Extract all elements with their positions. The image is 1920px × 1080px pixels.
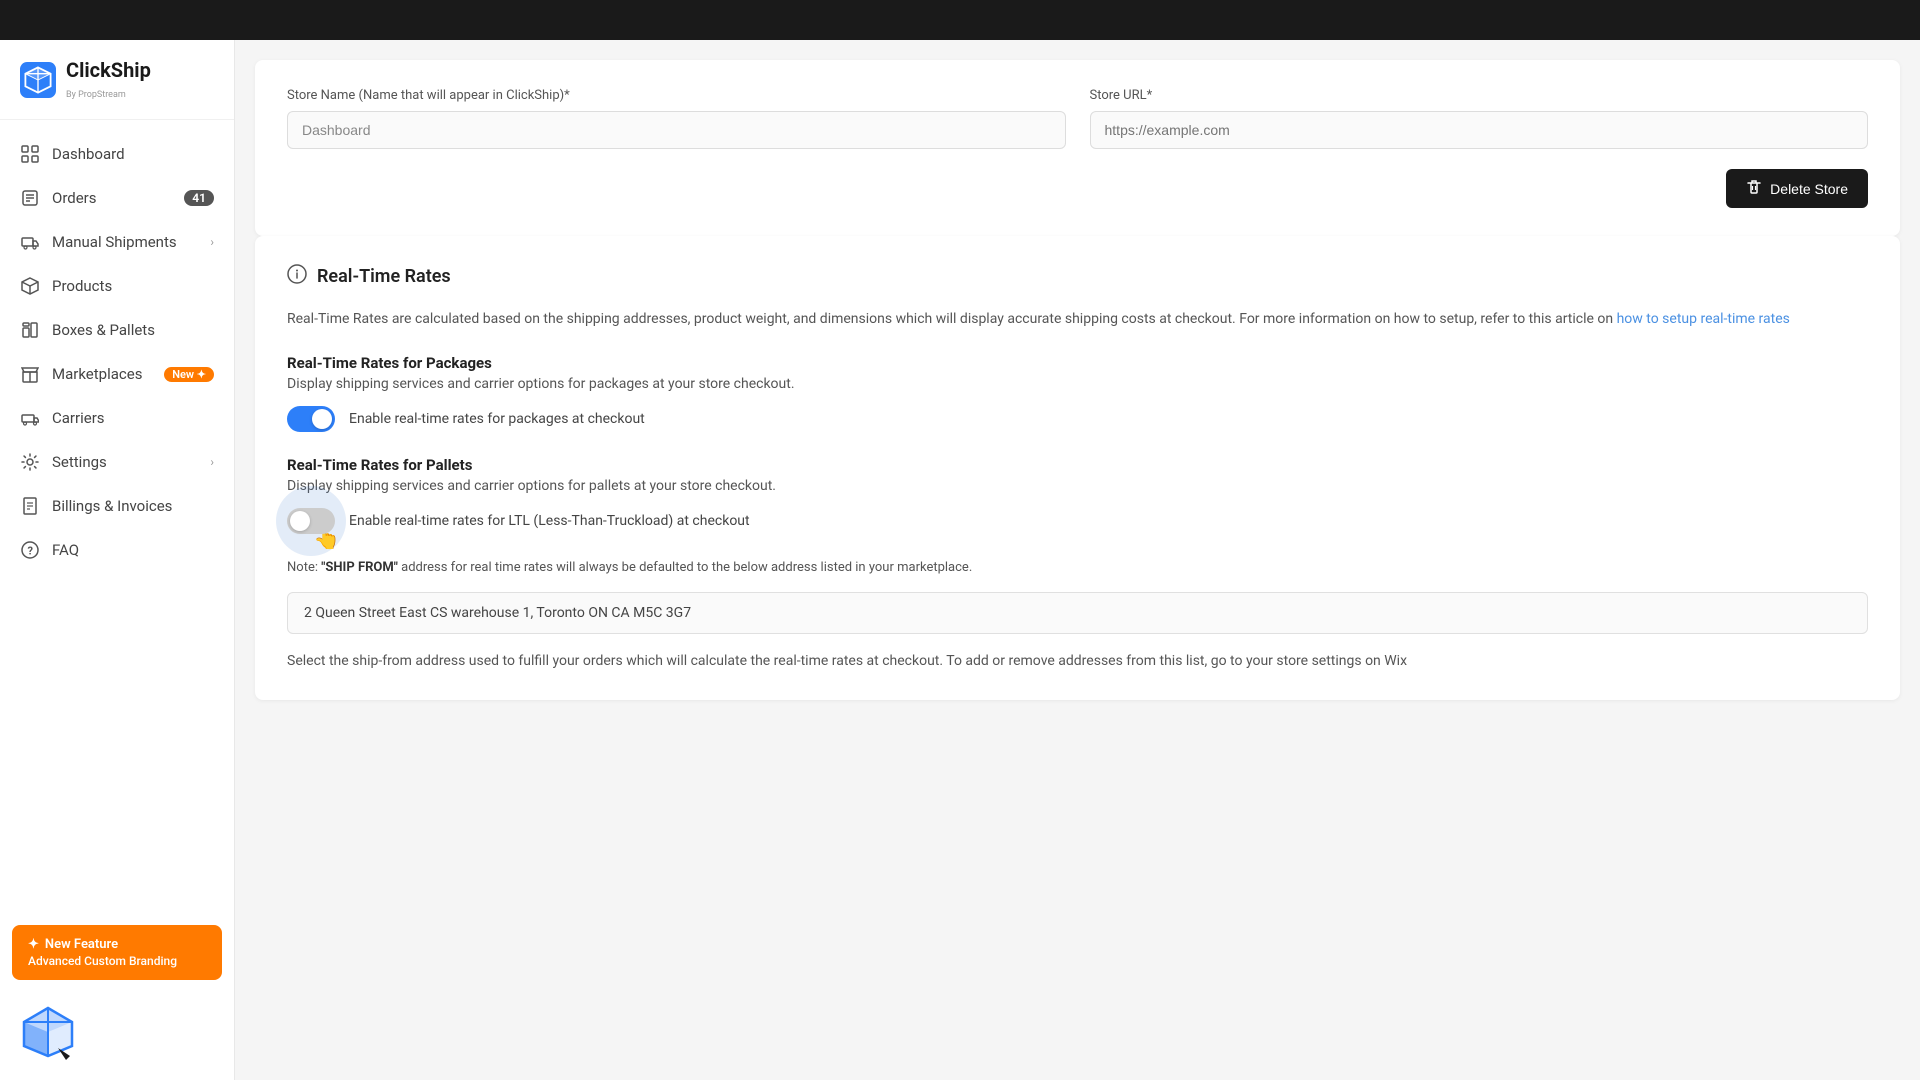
sparkle-icon: ✦ (28, 937, 39, 952)
products-label: Products (52, 277, 214, 295)
ltl-toggle-label: Enable real-time rates for LTL (Less-Tha… (349, 513, 750, 529)
packages-toggle-label: Enable real-time rates for packages at c… (349, 411, 645, 427)
orders-icon (20, 188, 40, 208)
marketplaces-icon (20, 364, 40, 384)
packages-section: Real-Time Rates for Packages Display shi… (287, 354, 1868, 432)
sidebar-item-products[interactable]: Products (0, 264, 234, 308)
delete-store-button[interactable]: Delete Store (1726, 169, 1868, 208)
store-url-group: Store URL* (1090, 88, 1869, 149)
grid-icon (20, 144, 40, 164)
sidebar-item-dashboard[interactable]: Dashboard (0, 132, 234, 176)
faq-label: FAQ (52, 541, 214, 559)
store-name-group: Store Name (Name that will appear in Cli… (287, 88, 1066, 149)
trash-icon (1746, 179, 1762, 198)
store-url-input[interactable] (1090, 111, 1869, 149)
logo-sub-text: By PropStream (66, 90, 126, 100)
delete-btn-row: Delete Store (287, 169, 1868, 208)
clickship-logo-icon (20, 62, 56, 98)
note-text: Note: "SHIP FROM" address for real time … (287, 558, 1868, 578)
sidebar-logo: ClickShip By PropStream (0, 40, 234, 120)
sidebar-item-billings[interactable]: Billings & Invoices (0, 484, 234, 528)
main-content: Store Name (Name that will appear in Cli… (235, 40, 1920, 1080)
new-feature-button[interactable]: ✦ New Feature Advanced Custom Branding (12, 925, 222, 980)
sidebar-navigation: Dashboard Orders 41 Manual Shipments › (0, 120, 234, 917)
faq-icon: ? (20, 540, 40, 560)
rtr-link[interactable]: how to setup real-time rates (1617, 311, 1790, 327)
pallets-section: Real-Time Rates for Pallets Display ship… (287, 456, 1868, 534)
rtr-description: Real-Time Rates are calculated based on … (287, 308, 1868, 330)
store-form-row: Store Name (Name that will appear in Cli… (287, 88, 1868, 149)
boxes-icon (20, 320, 40, 340)
packages-toggle-row: Enable real-time rates for packages at c… (287, 406, 1868, 432)
rtr-section-header: Real-Time Rates (287, 264, 1868, 288)
top-bar (0, 0, 1920, 40)
store-name-input[interactable] (287, 111, 1066, 149)
pallets-title: Real-Time Rates for Pallets (287, 456, 1868, 474)
manual-shipments-chevron: › (210, 235, 214, 249)
sidebar-item-carriers[interactable]: Carriers (0, 396, 234, 440)
store-form-card: Store Name (Name that will appear in Cli… (255, 60, 1900, 236)
carriers-icon (20, 408, 40, 428)
rtr-title: Real-Time Rates (317, 266, 451, 287)
new-feature-subtitle: Advanced Custom Branding (28, 954, 206, 968)
billings-label: Billings & Invoices (52, 497, 214, 515)
marketplaces-label: Marketplaces (52, 365, 152, 383)
products-icon (20, 276, 40, 296)
settings-chevron: › (210, 455, 214, 469)
packages-toggle[interactable] (287, 406, 335, 432)
sidebar-item-marketplaces[interactable]: Marketplaces New ✦ (0, 352, 234, 396)
settings-label: Settings (52, 453, 198, 471)
sidebar-item-boxes-pallets[interactable]: Boxes & Pallets (0, 308, 234, 352)
logo-text-container: ClickShip By PropStream (66, 58, 151, 101)
ship-from-highlight: "SHIP FROM" (321, 560, 398, 575)
svg-text:?: ? (28, 545, 34, 558)
dashboard-label: Dashboard (52, 145, 214, 163)
settings-icon (20, 452, 40, 472)
ltl-toggle-slider (287, 508, 335, 534)
sidebar-item-faq[interactable]: ? FAQ (0, 528, 234, 572)
sidebar-bottom-logo (0, 988, 234, 1080)
boxes-pallets-label: Boxes & Pallets (52, 321, 214, 339)
logo-main-text: ClickShip (66, 58, 151, 82)
ltl-toggle-wrapper: Enable real-time rates for LTL (Less-Tha… (287, 508, 1868, 534)
sidebar-item-orders[interactable]: Orders 41 (0, 176, 234, 220)
orders-label: Orders (52, 189, 172, 207)
bottom-cube-icon (20, 1004, 76, 1060)
orders-badge: 41 (184, 190, 214, 206)
new-feature-title: ✦ New Feature (28, 937, 206, 952)
carriers-label: Carriers (52, 409, 214, 427)
marketplaces-badge: New ✦ (164, 367, 214, 382)
truck-icon (20, 232, 40, 252)
select-description: Select the ship-from address used to ful… (287, 650, 1868, 672)
ltl-toggle[interactable] (287, 508, 335, 534)
sidebar-item-settings[interactable]: Settings › (0, 440, 234, 484)
sidebar: ClickShip By PropStream Dashboard Orders… (0, 40, 235, 1080)
manual-shipments-label: Manual Shipments (52, 233, 198, 251)
pallets-desc: Display shipping services and carrier op… (287, 478, 1868, 494)
packages-toggle-slider (287, 406, 335, 432)
store-name-label: Store Name (Name that will appear in Cli… (287, 88, 1066, 103)
delete-store-label: Delete Store (1770, 181, 1848, 197)
packages-desc: Display shipping services and carrier op… (287, 376, 1868, 392)
store-url-label: Store URL* (1090, 88, 1869, 103)
packages-title: Real-Time Rates for Packages (287, 354, 1868, 372)
real-time-rates-card: Real-Time Rates Real-Time Rates are calc… (255, 236, 1900, 700)
address-box: 2 Queen Street East CS warehouse 1, Toro… (287, 592, 1868, 634)
sidebar-item-manual-shipments[interactable]: Manual Shipments › (0, 220, 234, 264)
info-circle-icon (287, 264, 307, 288)
billings-icon (20, 496, 40, 516)
